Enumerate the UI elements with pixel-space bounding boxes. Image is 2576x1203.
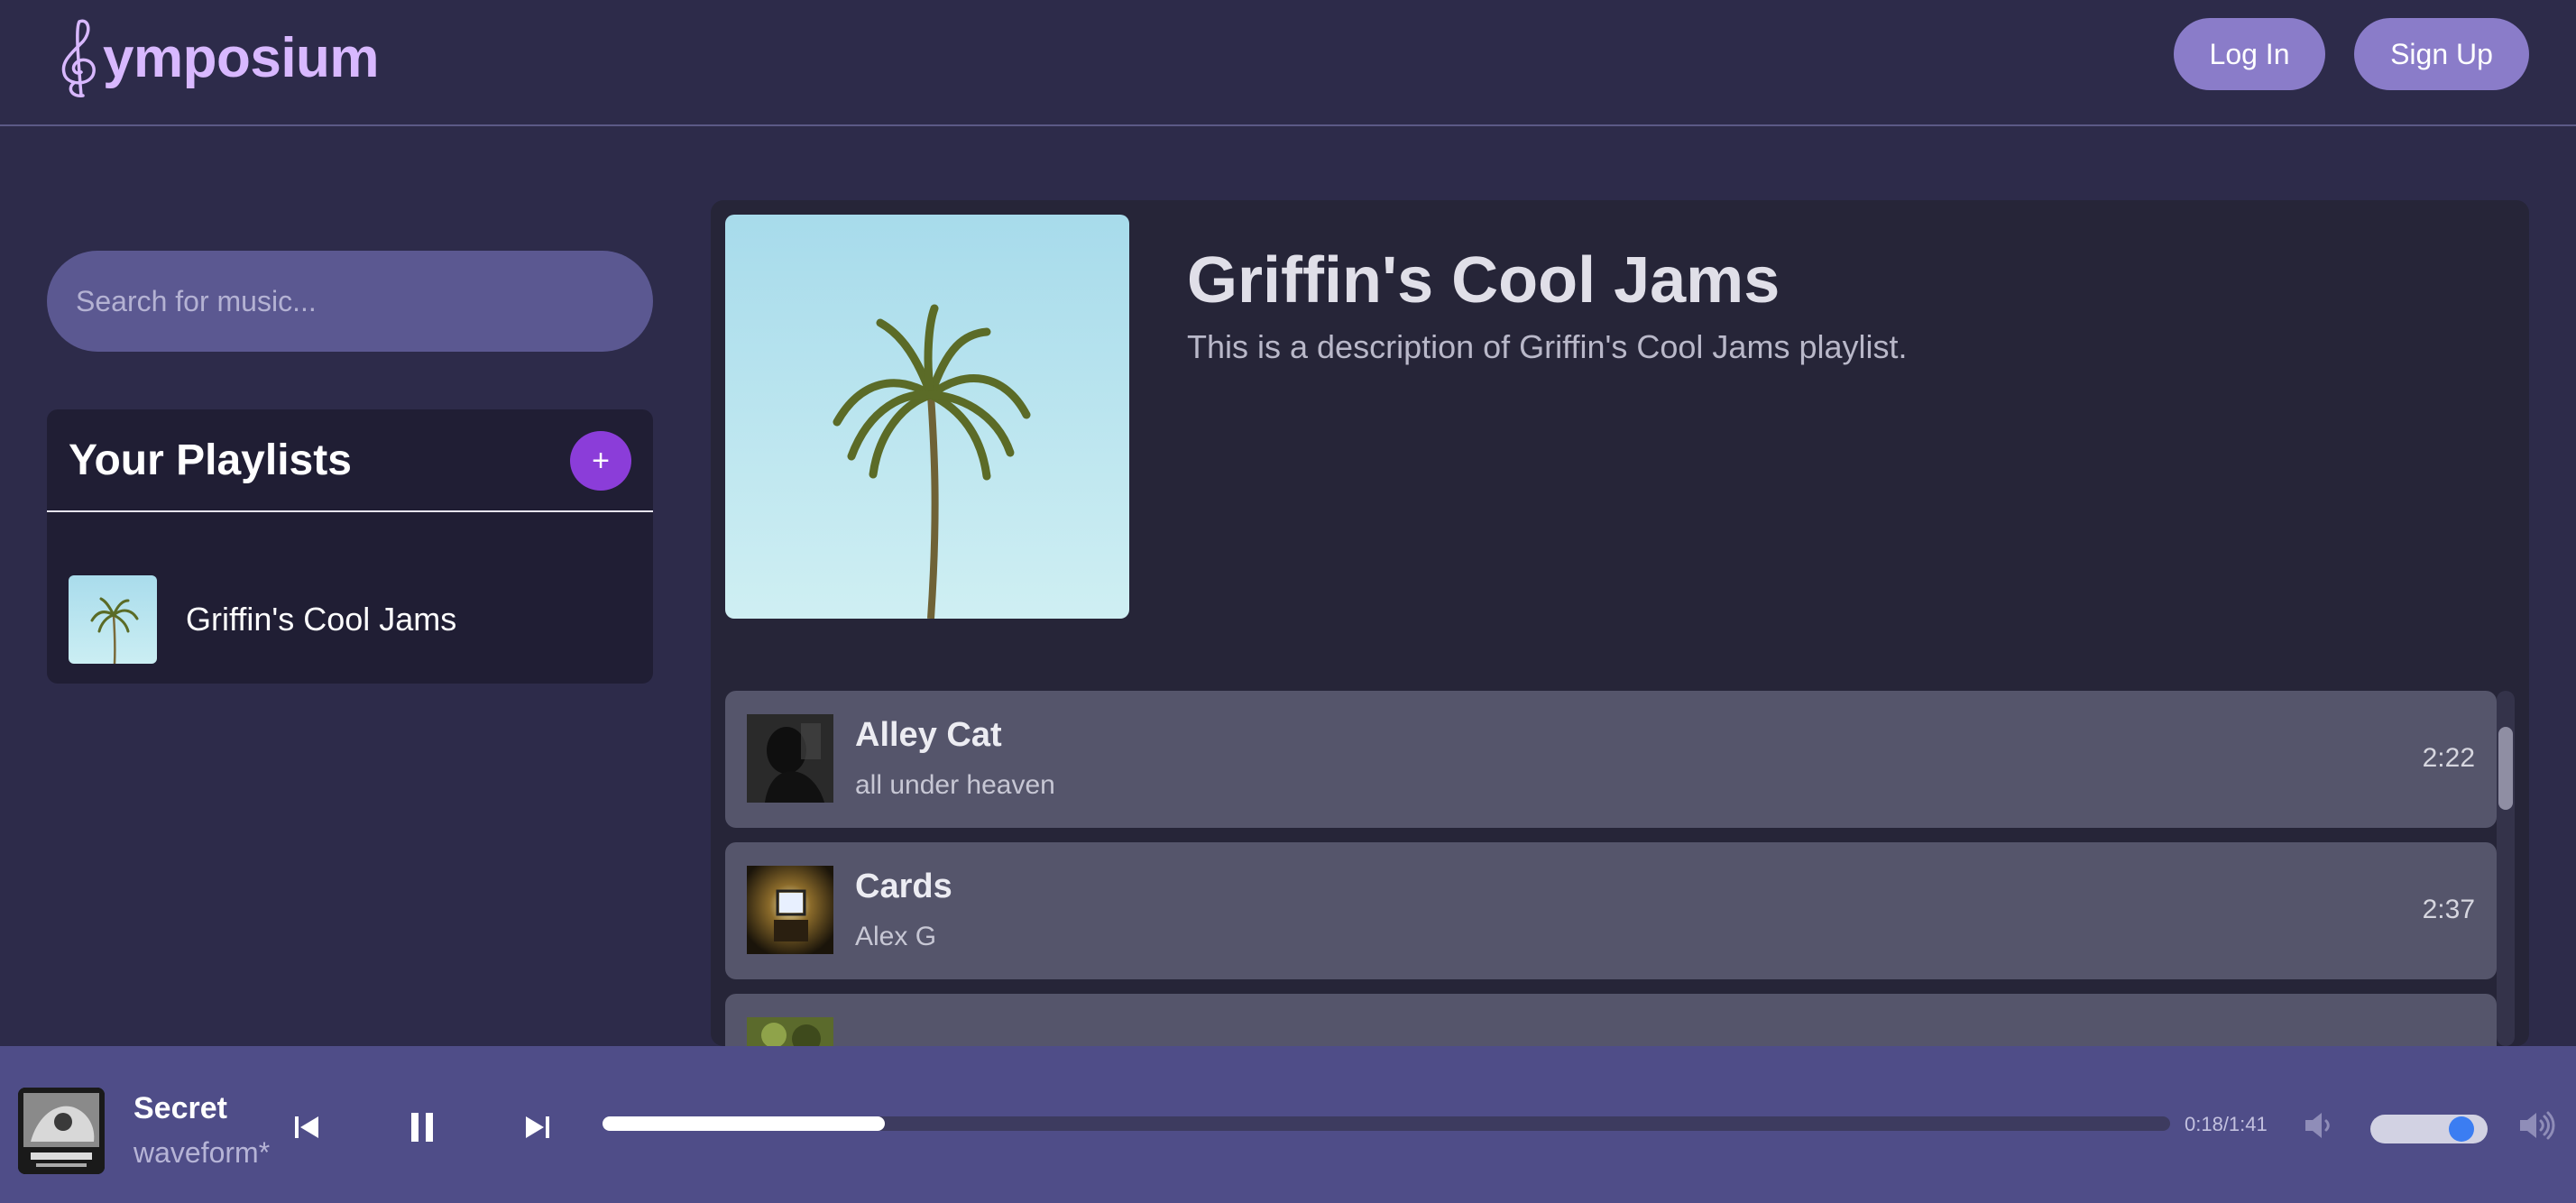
previous-button[interactable] — [285, 1106, 328, 1149]
login-button[interactable]: Log In — [2174, 18, 2325, 90]
playlist-panel: Griffin's Cool Jams This is a descriptio… — [711, 200, 2529, 1046]
next-button[interactable] — [516, 1106, 559, 1149]
search-input[interactable] — [47, 251, 653, 352]
track-list: Alley Cat all under heaven 2:22 Cards Al… — [725, 691, 2511, 1046]
signup-button[interactable]: Sign Up — [2354, 18, 2529, 90]
top-header: ymposium Log In Sign Up — [0, 0, 2576, 126]
track-artwork — [747, 1017, 833, 1046]
track-title: Alley Cat — [855, 716, 1002, 754]
tracklist-scrollbar[interactable] — [2497, 691, 2515, 1046]
volume-slider[interactable] — [2370, 1115, 2488, 1143]
volume-slider-knob[interactable] — [2448, 1116, 2474, 1142]
app-logo[interactable]: ymposium — [52, 13, 380, 103]
playlists-header: Your Playlists + — [47, 409, 653, 512]
playlists-title: Your Playlists — [69, 436, 352, 484]
now-playing-artwork — [18, 1088, 105, 1174]
track-row[interactable]: Cards Alex G 2:37 — [725, 842, 2497, 979]
track-artist: Alex G — [855, 922, 937, 951]
track-row[interactable]: Alley Cat all under heaven 2:22 — [725, 691, 2497, 828]
progress-bar[interactable] — [603, 1116, 2170, 1131]
track-artist: all under heaven — [855, 770, 1055, 800]
now-playing-artist: waveform* — [133, 1136, 271, 1169]
playlist-title: Griffin's Cool Jams — [1187, 244, 1780, 317]
playlist-description: This is a description of Griffin's Cool … — [1187, 328, 1908, 365]
track-duration: 2:22 — [2422, 743, 2475, 773]
playlist-thumbnail — [69, 575, 157, 664]
sidebar-playlist-label: Griffin's Cool Jams — [186, 601, 457, 638]
volume-low-icon[interactable] — [2302, 1107, 2338, 1143]
track-title: Cards — [855, 868, 952, 905]
pause-icon — [411, 1113, 433, 1142]
playlist-cover-image — [725, 215, 1129, 619]
skip-next-icon — [526, 1116, 549, 1138]
sidebar-playlist-item[interactable]: Griffin's Cool Jams — [69, 575, 631, 664]
volume-high-icon[interactable] — [2516, 1107, 2556, 1143]
track-artwork — [747, 866, 833, 954]
skip-previous-icon — [295, 1116, 318, 1138]
treble-clef-icon — [61, 19, 96, 97]
logo-text: ymposium — [103, 26, 380, 89]
progress-fill — [603, 1116, 885, 1131]
playback-time: 0:18/1:41 — [2185, 1113, 2268, 1135]
playlists-panel: Your Playlists + Griffin's Cool Jams — [47, 409, 653, 684]
pause-button[interactable] — [400, 1106, 444, 1149]
now-playing-title: Secret — [133, 1091, 227, 1125]
track-row[interactable] — [725, 994, 2497, 1046]
add-playlist-button[interactable]: + — [570, 431, 631, 491]
track-artwork — [747, 714, 833, 803]
scrollbar-thumb[interactable] — [2498, 727, 2513, 810]
track-duration: 2:37 — [2422, 895, 2475, 924]
